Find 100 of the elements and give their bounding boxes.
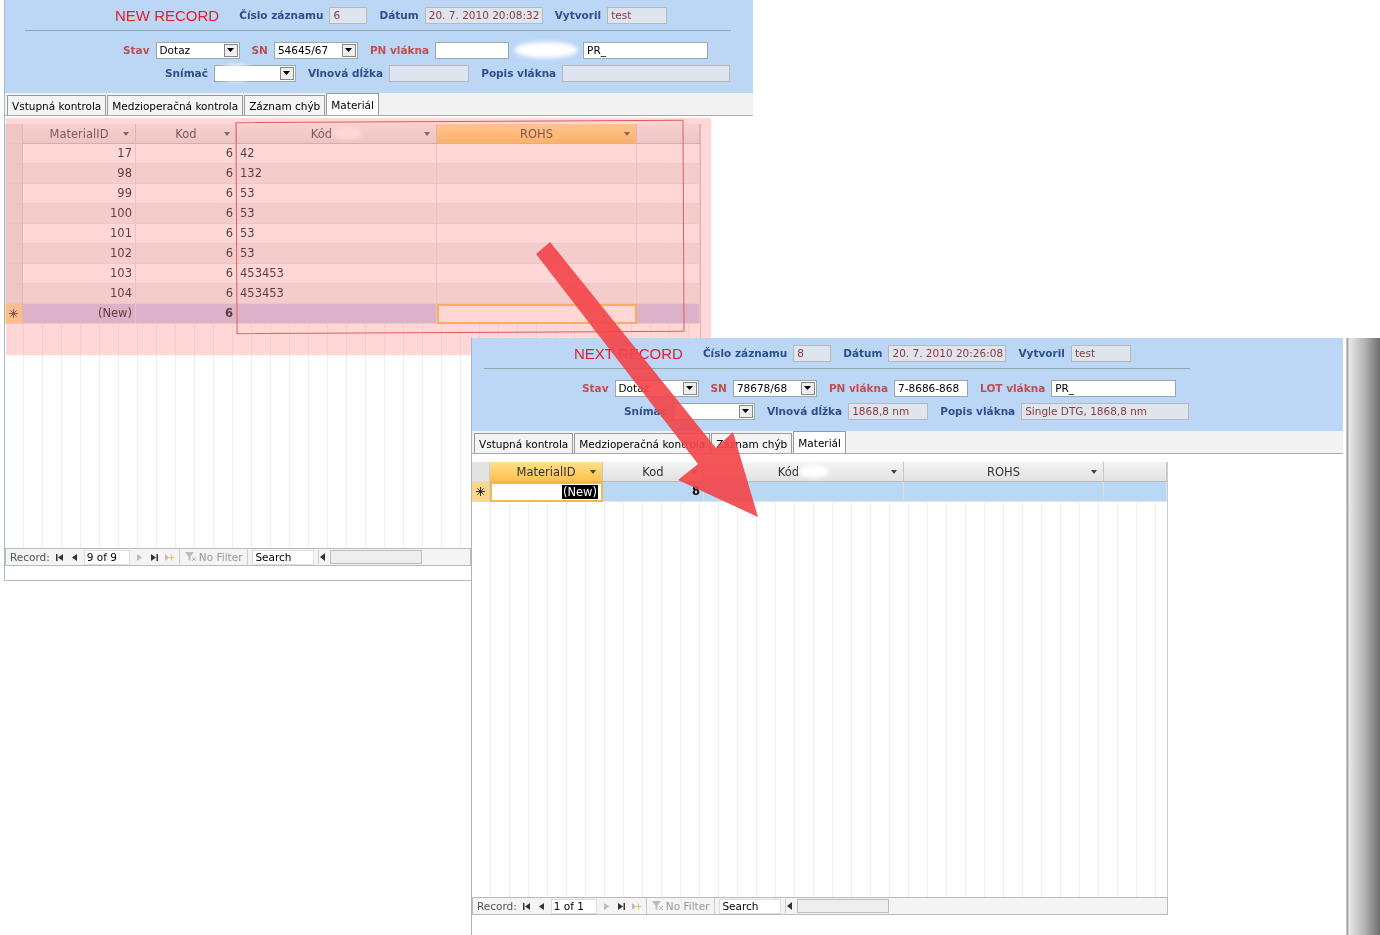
table-cell [637, 264, 700, 284]
table-cell: 53 [237, 204, 437, 224]
column-header[interactable]: Kod [136, 124, 237, 144]
input-field[interactable]: Single DTG, 1868,8 nm [1021, 402, 1190, 420]
field-label: PN vlákna [369, 44, 430, 56]
dropdown-caret-icon[interactable] [123, 132, 129, 136]
field-label: SN [251, 44, 268, 56]
table-cell: 6 [136, 204, 237, 224]
scroll-left-icon[interactable] [319, 553, 328, 561]
scroll-left-icon[interactable] [786, 902, 795, 910]
table-cell: 104 [23, 284, 136, 304]
search-field[interactable]: Search [252, 549, 315, 565]
dropdown-caret-icon[interactable] [590, 470, 596, 474]
table-cell [637, 184, 700, 204]
column-header[interactable]: MaterialID [23, 124, 136, 144]
input-field[interactable]: test [607, 6, 668, 24]
table-cell: 103 [23, 264, 136, 284]
table-cell: 6 [136, 264, 237, 284]
table-cell: 42 [237, 144, 437, 164]
combo-box[interactable]: 78678/68 [732, 379, 817, 397]
table-cell: 6 [136, 284, 237, 304]
input-field[interactable]: 1868,8 nm [848, 402, 929, 420]
dropdown-caret-icon[interactable] [1091, 470, 1097, 474]
table-cell [637, 164, 700, 184]
dropdown-caret-icon[interactable] [424, 132, 430, 136]
dropdown-caret-icon[interactable] [224, 132, 230, 136]
funnel-icon [651, 901, 663, 911]
table-cell [637, 204, 700, 224]
input-field[interactable]: PR_ [583, 41, 709, 59]
new-record-icon [631, 902, 641, 910]
input-field[interactable]: 8 [793, 344, 832, 362]
table-cell: 8 [603, 482, 704, 502]
dropdown-button[interactable] [800, 381, 815, 395]
table-cell: 6 [136, 184, 237, 204]
table-cell: 6 [136, 164, 237, 184]
input-field[interactable] [435, 41, 510, 59]
table-cell: (New) [23, 304, 136, 324]
tab[interactable]: Materiál [793, 431, 846, 453]
table-cell: (New) [490, 482, 603, 502]
column-header[interactable]: Kód [237, 124, 437, 144]
record-selector[interactable] [5, 304, 23, 324]
record-label: Record: [476, 900, 517, 912]
left-triangle-icon [71, 553, 77, 561]
scroll-thumb[interactable] [797, 899, 890, 913]
table-cell: 53 [237, 224, 437, 244]
input-field[interactable]: PR_ [1051, 379, 1177, 397]
input-field[interactable]: 6 [329, 6, 368, 24]
table-cell [637, 244, 700, 264]
record-selector[interactable] [472, 482, 490, 502]
column-header[interactable]: ROHS [437, 124, 637, 144]
tab[interactable]: Medzioperačná kontrola [107, 95, 244, 115]
column-header[interactable]: ROHS [904, 462, 1104, 482]
scroll-thumb[interactable] [330, 550, 423, 564]
input-field[interactable]: test [1070, 344, 1131, 362]
field-label: PN vlákna [828, 382, 889, 394]
right-triangle-icon [136, 553, 142, 561]
combo-box[interactable]: Dotaz [155, 41, 240, 59]
field-label: Popis vlákna [940, 405, 1016, 417]
new-record-icon [9, 309, 18, 318]
field-label: LOT vlákna [980, 382, 1046, 394]
dropdown-button[interactable] [738, 404, 753, 418]
dropdown-button[interactable] [223, 43, 238, 57]
tab[interactable]: Vstupná kontrola [7, 95, 107, 115]
table-cell: 99 [23, 184, 136, 204]
dropdown-caret-icon [283, 71, 291, 75]
column-header [637, 124, 700, 144]
table-cell [1104, 482, 1167, 502]
field-label: Vlnová dĺžka [766, 405, 843, 417]
table-cell: 6 [136, 304, 237, 324]
field-label: SN [710, 382, 727, 394]
input-field[interactable]: 7-8686-868 [894, 379, 969, 397]
input-field[interactable] [389, 64, 470, 82]
record-number-field[interactable]: 1 of 1 [550, 898, 597, 914]
input-field[interactable]: 20. 7. 2010 20:26:08 [888, 344, 1007, 362]
field-label: Číslo záznamu [702, 347, 788, 359]
table-cell: 98 [23, 164, 136, 184]
column-header[interactable]: MaterialID [490, 462, 603, 482]
first-arrow-icon [55, 553, 63, 561]
dropdown-button[interactable] [279, 66, 294, 80]
tab[interactable]: Materiál [326, 93, 379, 115]
left-triangle-icon [538, 902, 544, 910]
table-cell: 6 [136, 244, 237, 264]
tab[interactable]: Záznam chýb [244, 95, 326, 115]
table-cell [637, 224, 700, 244]
combo-box[interactable]: 54645/67 [273, 41, 358, 59]
input-field[interactable]: 20. 7. 2010 20:08:32 [424, 6, 543, 24]
table-cell: 453453 [237, 284, 437, 304]
field-label: Dátum [379, 9, 419, 21]
input-field[interactable] [562, 64, 731, 82]
dropdown-caret-icon[interactable] [891, 470, 897, 474]
table-cell [637, 304, 700, 324]
dropdown-caret-icon [742, 409, 750, 413]
search-field[interactable]: Search [719, 898, 782, 914]
dropdown-button[interactable] [682, 381, 697, 395]
table-cell: 53 [237, 244, 437, 264]
tab[interactable]: Vstupná kontrola [474, 433, 574, 453]
record-number-field[interactable]: 9 of 9 [83, 549, 130, 565]
first-arrow-icon [522, 902, 530, 910]
field-label: Popis vlákna [481, 67, 557, 79]
dropdown-button[interactable] [341, 43, 356, 57]
